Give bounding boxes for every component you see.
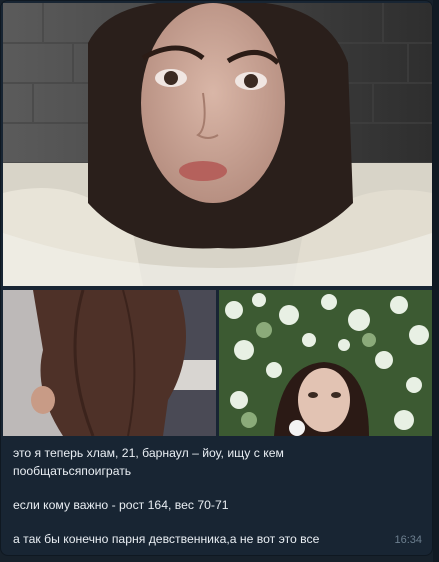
caption-line-3: а так бы конечно парня девственника,а не…	[13, 532, 320, 546]
photo-brown-dress[interactable]	[3, 290, 216, 436]
chat-background-edge	[433, 0, 439, 562]
photo-portrait[interactable]	[3, 3, 432, 286]
message-time: 16:34	[394, 534, 422, 546]
message-bubble[interactable]: это я теперь хлам, 21, барнаул – йоу, ищ…	[0, 0, 433, 556]
photo-blossom[interactable]	[219, 290, 432, 436]
caption-line-1: это я теперь хлам, 21, барнаул – йоу, ищ…	[13, 446, 284, 478]
caption-line-2: если кому важно - рост 164, вес 70-71	[13, 498, 229, 512]
message-caption: это я теперь хлам, 21, барнаул – йоу, ищ…	[13, 444, 383, 548]
